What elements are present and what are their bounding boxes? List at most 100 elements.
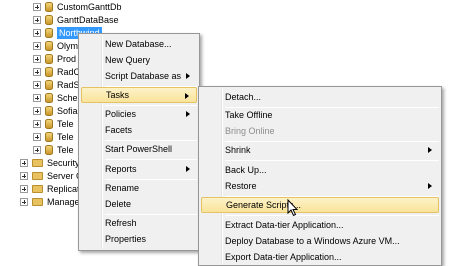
expand-icon[interactable]	[20, 198, 28, 206]
database-icon	[45, 132, 53, 142]
menu-item-restore[interactable]: Restore	[201, 178, 439, 194]
folder-icon	[32, 172, 43, 180]
menu-item-label: Back Up...	[225, 165, 267, 175]
menu-item-label: Bring Online	[225, 126, 275, 136]
expand-icon[interactable]	[20, 159, 28, 167]
expand-icon[interactable]	[33, 29, 41, 37]
menu-item-label: Facets	[105, 125, 133, 135]
tree-node-label: Tele	[57, 132, 74, 142]
menu-item-reports[interactable]: Reports	[81, 161, 197, 177]
menu-item-label: New Query	[105, 55, 151, 65]
tree-node-folder[interactable]: Server O	[20, 170, 83, 182]
folder-icon	[32, 159, 43, 167]
tree-node-label: RadC	[57, 67, 81, 77]
expand-icon[interactable]	[33, 120, 41, 128]
menu-item-label: Take Offline	[225, 110, 273, 120]
database-icon	[45, 15, 53, 25]
menu-item-shrink[interactable]: Shrink	[201, 142, 439, 158]
menu-item-deploy-to-azure-vm[interactable]: Deploy Database to a Windows Azure VM...	[201, 233, 439, 249]
menu-item-refresh[interactable]: Refresh	[81, 215, 197, 231]
database-icon	[45, 41, 53, 51]
menu-item-label: Properties	[105, 234, 147, 244]
menu-item-label: Tasks	[106, 90, 130, 100]
menu-item-label: Policies	[105, 109, 137, 119]
tasks-submenu: Detach... Take Offline Bring Online Shri…	[198, 86, 442, 266]
expand-icon[interactable]	[33, 94, 41, 102]
menu-item-new-database[interactable]: New Database...	[81, 36, 197, 52]
submenu-arrow-icon	[186, 111, 190, 117]
menu-item-label: Start PowerShell	[105, 144, 173, 154]
tree-node-database[interactable]: Tele	[33, 131, 74, 143]
tree-node-database[interactable]: CustomGanttDb	[33, 1, 122, 13]
menu-item-script-database-as[interactable]: Script Database as	[81, 68, 197, 84]
folder-icon	[32, 185, 43, 193]
menu-item-label: Shrink	[225, 145, 251, 155]
tree-node-folder[interactable]: Replicatio	[20, 183, 87, 195]
submenu-arrow-icon	[428, 147, 432, 153]
menu-item-policies[interactable]: Policies	[81, 106, 197, 122]
menu-item-label: Extract Data-tier Application...	[225, 220, 344, 230]
menu-item-properties[interactable]: Properties	[81, 231, 197, 247]
tree-node-database[interactable]: Tele	[33, 118, 74, 130]
expand-icon[interactable]	[33, 107, 41, 115]
menu-item-tasks[interactable]: Tasks	[81, 87, 197, 103]
tree-node-database[interactable]: RadS	[33, 79, 80, 91]
database-icon	[45, 67, 53, 77]
menu-item-label: Export Data-tier Application...	[225, 252, 342, 262]
database-icon	[45, 93, 53, 103]
menu-item-start-powershell[interactable]: Start PowerShell	[81, 141, 197, 157]
submenu-arrow-icon	[186, 166, 190, 172]
tree-node-database[interactable]: RadC	[33, 66, 80, 78]
menu-item-label: Restore	[225, 181, 257, 191]
tree-node-folder[interactable]: Security	[20, 157, 80, 169]
expand-icon[interactable]	[33, 133, 41, 141]
tree-node-folder[interactable]: Managen	[20, 196, 85, 208]
database-icon	[45, 106, 53, 116]
tree-node-label: Tele	[57, 145, 74, 155]
expand-icon[interactable]	[20, 172, 28, 180]
folder-icon	[32, 198, 43, 206]
menu-item-label: Rename	[105, 183, 140, 193]
tree-node-label: Prod	[57, 54, 77, 64]
menu-item-rename[interactable]: Rename	[81, 180, 197, 196]
tree-node-database[interactable]: Sofia	[33, 105, 78, 117]
database-icon	[45, 145, 53, 155]
expand-icon[interactable]	[20, 185, 28, 193]
menu-separator	[105, 159, 197, 160]
menu-item-label: Reports	[105, 164, 137, 174]
tree-node-label: Security	[47, 158, 80, 168]
expand-icon[interactable]	[33, 55, 41, 63]
submenu-arrow-icon	[428, 183, 432, 189]
tree-node-database[interactable]: GanttDataBase	[33, 14, 119, 26]
menu-item-back-up[interactable]: Back Up...	[201, 162, 439, 178]
database-icon	[45, 2, 53, 12]
tree-node-database[interactable]: Olym	[33, 40, 78, 52]
tree-node-label: Tele	[57, 119, 74, 129]
tree-node-database[interactable]: Prod	[33, 53, 76, 65]
menu-item-label: New Database...	[105, 39, 172, 49]
submenu-arrow-icon	[186, 73, 190, 79]
expand-icon[interactable]	[33, 68, 41, 76]
expand-icon[interactable]	[33, 3, 41, 11]
menu-item-extract-data-tier[interactable]: Extract Data-tier Application...	[201, 217, 439, 233]
menu-item-new-query[interactable]: New Query	[81, 52, 197, 68]
database-icon	[45, 28, 53, 38]
expand-icon[interactable]	[33, 42, 41, 50]
tree-node-database[interactable]: Tele	[33, 144, 74, 156]
menu-item-export-data-tier[interactable]: Export Data-tier Application...	[201, 249, 439, 265]
tree-node-label: Sche	[57, 93, 78, 103]
menu-item-delete[interactable]: Delete	[81, 196, 197, 212]
menu-item-label: Script Database as	[105, 71, 182, 81]
menu-item-detach[interactable]: Detach...	[201, 89, 439, 105]
menu-item-bring-online: Bring Online	[201, 123, 439, 139]
menu-item-generate-scripts[interactable]: Generate Scripts...	[201, 197, 439, 213]
tree-node-label: Olym	[57, 41, 78, 51]
expand-icon[interactable]	[33, 146, 41, 154]
menu-item-label: Detach...	[225, 92, 262, 102]
menu-item-facets[interactable]: Facets	[81, 122, 197, 138]
expand-icon[interactable]	[33, 81, 41, 89]
menu-item-take-offline[interactable]: Take Offline	[201, 107, 439, 123]
tree-node-database[interactable]: Sche	[33, 92, 78, 104]
expand-icon[interactable]	[33, 16, 41, 24]
tree-node-label: RadS	[57, 80, 80, 90]
